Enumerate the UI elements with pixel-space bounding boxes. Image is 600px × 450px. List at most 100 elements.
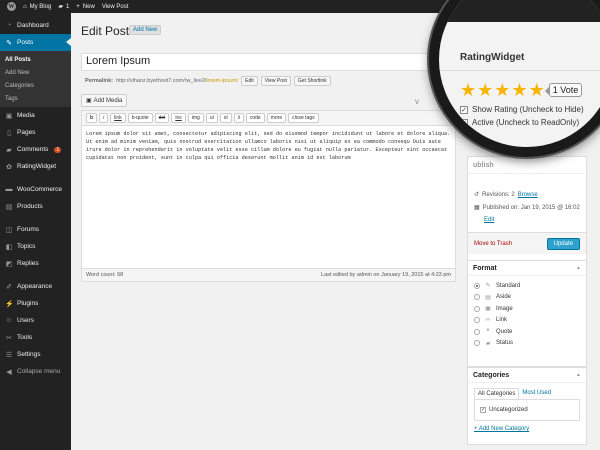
format-option-quote[interactable]: ❝ Quote — [468, 326, 586, 338]
format-option-status[interactable]: ▰ Status — [468, 338, 586, 350]
sidebar-item-topics[interactable]: ◧ Topics — [0, 238, 71, 255]
category-uncategorized: Uncategorized — [489, 407, 528, 413]
submenu-categories[interactable]: Categories — [0, 79, 71, 92]
sidebar-item-woocommerce[interactable]: ▬ WooCommerce — [0, 181, 71, 198]
format-option-link[interactable]: ∞ Link — [468, 315, 586, 327]
submenu-all-posts[interactable]: All Posts — [0, 53, 71, 66]
qt-ol-button[interactable]: ol — [219, 113, 232, 123]
lens-publish-title: ublish — [460, 136, 490, 147]
sidebar-item-users[interactable]: ☺ Users — [0, 312, 71, 329]
move-to-trash-link[interactable]: Move to Trash — [474, 241, 512, 247]
star-icon[interactable]: ★ — [477, 81, 493, 99]
update-button[interactable]: Update — [546, 237, 580, 250]
products-icon: ▤ — [5, 203, 13, 211]
submenu-add-new[interactable]: Add New — [0, 66, 71, 79]
comments-menu[interactable]: ▰ 1 — [58, 3, 69, 11]
revisions-icon: ↺ — [474, 192, 480, 198]
active-checkbox[interactable]: ✓ — [460, 118, 468, 127]
sidebar-item-forums[interactable]: ◫ Forums — [0, 221, 71, 238]
permalink-edit-button[interactable]: Edit — [241, 76, 258, 86]
qt-ul-button[interactable]: ul — [205, 113, 218, 123]
edit-date-link[interactable]: Edit — [474, 216, 580, 225]
sidebar-item-replies[interactable]: ◩ Replies — [0, 255, 71, 272]
media-icon: ▣ — [5, 112, 13, 120]
media-icon: ▣ — [86, 98, 92, 104]
qt-ins-button[interactable]: ins — [171, 113, 186, 123]
add-new-category-link[interactable]: + Add New Category — [468, 421, 586, 437]
pin-icon: ✎ — [485, 283, 491, 290]
sidebar-item-products[interactable]: ▤ Products — [0, 198, 71, 215]
view-post-link[interactable]: View Post — [102, 4, 129, 10]
radio[interactable] — [474, 294, 480, 301]
star-icon[interactable]: ★ — [511, 81, 527, 99]
page-icon: ▯ — [7, 129, 11, 137]
woocommerce-icon: ▬ — [5, 186, 13, 193]
sidebar-item-appearance[interactable]: ✐ Appearance — [0, 278, 71, 295]
post-content-textarea[interactable]: Lorem ipsum dolor sit amet, consectetur … — [82, 126, 455, 266]
sidebar-item-comments[interactable]: ▰ Comments 1 — [0, 141, 71, 158]
radio[interactable] — [474, 340, 480, 347]
sidebar-item-posts[interactable]: ✎ Posts — [0, 34, 71, 51]
radio[interactable] — [474, 317, 480, 324]
collapse-menu[interactable]: ◀ Collapse menu — [0, 363, 71, 380]
qt-del-button[interactable]: del — [154, 113, 170, 123]
star-icon[interactable]: ★ — [494, 81, 510, 99]
sidebar-item-pages[interactable]: ▯ Pages — [0, 124, 71, 141]
view-post-button[interactable]: View Post — [260, 76, 291, 86]
format-box: Format ▲ ✎ Standard ▤ Aside ▣ Image ∞ Link ❝ Q… — [467, 260, 587, 367]
star-icon[interactable]: ★ — [529, 81, 545, 99]
sidebar-item-media[interactable]: ▣ Media — [0, 107, 71, 124]
radio[interactable] — [474, 305, 480, 312]
new-content-menu[interactable]: + New — [76, 4, 95, 10]
qt-bold-button[interactable]: b — [86, 113, 98, 123]
status-icon: ▰ — [485, 340, 491, 347]
qt-img-button[interactable]: img — [187, 113, 204, 123]
replies-icon: ◩ — [5, 260, 13, 268]
category-checkbox[interactable]: ✓ — [480, 407, 486, 413]
sidebar-item-dashboard[interactable]: ◔ Dashboard — [0, 17, 71, 34]
publish-box: ublish ↺ Revisions: 2 Browse ▦ Published on… — [467, 156, 587, 265]
show-rating-checkbox[interactable]: ✓ — [460, 105, 468, 114]
topics-icon: ◧ — [5, 243, 13, 251]
collapse-triangle-icon[interactable]: ▲ — [576, 265, 581, 271]
submenu-tags[interactable]: Tags — [0, 92, 71, 105]
lens-adminbar — [439, 0, 600, 22]
qt-code-button[interactable]: code — [245, 113, 265, 123]
add-new-button[interactable]: Add New — [129, 25, 162, 35]
format-option-aside[interactable]: ▤ Aside — [468, 292, 586, 304]
add-media-button[interactable]: ▣ Add Media — [81, 94, 128, 107]
sidebar-item-ratingwidget[interactable]: ✿ RatingWidget — [0, 158, 71, 175]
format-option-image[interactable]: ▣ Image — [468, 303, 586, 315]
qt-close-tags-button[interactable]: close tags — [288, 113, 319, 123]
qt-li-button[interactable]: li — [233, 113, 244, 123]
word-count: Word count: 68 — [86, 272, 124, 278]
show-rating-option[interactable]: ✓ Show Rating (Uncheck to Hide) — [460, 105, 584, 114]
tools-icon: ✂ — [6, 334, 12, 342]
tab-most-used[interactable]: Most Used — [519, 388, 554, 399]
rating-stars[interactable]: ★ ★ ★ ★ ★ 1 Vote — [460, 81, 583, 99]
tab-visual[interactable]: V — [415, 100, 419, 106]
post-title-input[interactable]: Lorem Ipsum — [81, 53, 455, 71]
plus-icon: + — [76, 3, 80, 10]
sidebar-item-tools[interactable]: ✂ Tools — [0, 329, 71, 346]
qt-link-button[interactable]: link — [110, 113, 126, 123]
browse-revisions-link[interactable]: Browse — [518, 192, 538, 198]
editor-status-bar: Word count: 68 Last edited by admin on J… — [82, 268, 455, 281]
radio[interactable] — [474, 328, 480, 335]
format-option-standard[interactable]: ✎ Standard — [468, 280, 586, 292]
radio[interactable] — [474, 282, 480, 289]
get-shortlink-button[interactable]: Get Shortlink — [293, 76, 331, 86]
qt-italic-button[interactable]: i — [99, 113, 109, 123]
sidebar-item-plugins[interactable]: ⚡ Plugins — [0, 295, 71, 312]
appearance-icon: ✐ — [6, 283, 12, 291]
collapse-triangle-icon[interactable]: ▲ — [576, 372, 581, 378]
active-option[interactable]: ✓ Active (Uncheck to ReadOnly) — [460, 118, 579, 127]
permalink-url[interactable]: http://vihanz.byethost7.com/rw_live2/lor… — [116, 78, 238, 84]
sidebar-item-settings[interactable]: ☰ Settings — [0, 346, 71, 363]
star-icon[interactable]: ★ — [460, 81, 476, 99]
qt-more-button[interactable]: more — [266, 113, 287, 123]
qt-blockquote-button[interactable]: b-quote — [127, 113, 153, 123]
site-name-menu[interactable]: ⌂ My Blog — [23, 4, 51, 10]
tab-all-categories[interactable]: All Categories — [474, 388, 520, 399]
wp-logo-menu[interactable]: W — [7, 2, 16, 11]
